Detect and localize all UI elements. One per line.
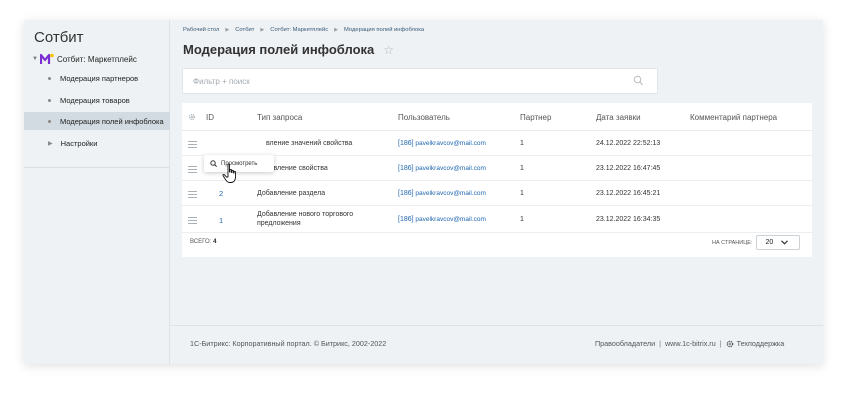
footer-copyright: 1С-Битрикс: Корпоративный портал. © Битр… <box>190 339 387 348</box>
expand-arrow-icon[interactable]: ▶ <box>48 140 53 147</box>
row-user-link[interactable]: [186] pavelkravcov@mail.com <box>398 216 486 223</box>
moderation-table: ID Тип запроса Пользователь Партнер Дата… <box>182 103 812 257</box>
total-count: ВСЕГО: 4 <box>190 239 216 245</box>
row-id[interactable]: 1 <box>219 216 223 225</box>
sidebar-module-sotbit-marketplace[interactable]: ▼ Сотбит: Маркетплейс <box>32 51 137 67</box>
column-header-date[interactable]: Дата заявки <box>596 113 641 122</box>
table-row[interactable]: вление значений свойства [186] pavelkrav… <box>182 131 812 156</box>
chevron-right-icon: ▶ <box>225 27 230 33</box>
app-window: Сотбит ▼ Сотбит: Маркетплейс Модерация п… <box>24 20 823 364</box>
sidebar-item-iblock-field-moderation[interactable]: Модерация полей инфоблока <box>24 112 170 130</box>
footer-separator: | <box>719 339 722 348</box>
row-menu-icon[interactable] <box>188 191 197 198</box>
sidebar: Сотбит ▼ Сотбит: Маркетплейс Модерация п… <box>24 20 170 364</box>
sidebar-item-settings[interactable]: ▶ Настройки <box>24 134 170 152</box>
row-type: Добавление нового торгового предложения <box>257 210 353 228</box>
column-header-type[interactable]: Тип запроса <box>257 113 302 122</box>
bullet-icon <box>48 76 51 80</box>
gear-icon[interactable] <box>188 113 196 121</box>
sidebar-item-label: Настройки <box>60 138 98 148</box>
per-page-control: НА СТРАНИЦЕ: 20 <box>712 235 801 250</box>
bullet-icon <box>48 98 51 102</box>
chevron-right-icon: ▶ <box>260 27 265 33</box>
column-header-partner[interactable]: Партнер <box>520 113 551 122</box>
row-user-num: [186] <box>398 190 414 197</box>
row-partner: 1 <box>520 190 524 197</box>
row-user-link[interactable]: [186] pavelkravcov@mail.com <box>398 190 486 197</box>
table-row[interactable]: 2 Добавление раздела [186] pavelkravcov@… <box>182 181 812 206</box>
breadcrumb: Рабочий стол ▶ Сотбит ▶ Сотбит: Маркетпл… <box>183 27 424 33</box>
sidebar-item-label: Модерация полей инфоблока <box>60 116 164 126</box>
chevron-right-icon: ▶ <box>334 27 339 33</box>
row-menu-icon[interactable] <box>188 141 197 148</box>
sidebar-item-label: Модерация товаров <box>60 95 130 105</box>
row-user-link[interactable]: [186] pavelkravcov@mail.com <box>398 140 486 147</box>
row-user-link[interactable]: [186] pavelkravcov@mail.com <box>398 165 486 172</box>
sidebar-item-partner-moderation[interactable]: Модерация партнеров <box>24 69 170 87</box>
breadcrumb-item-desktop[interactable]: Рабочий стол <box>183 27 219 33</box>
per-page-label: НА СТРАНИЦЕ: <box>712 239 753 246</box>
magnifier-icon <box>210 160 217 167</box>
row-user-num: [186] <box>398 216 414 223</box>
breadcrumb-item-sotbit[interactable]: Сотбит <box>235 27 254 33</box>
row-user-email: pavelkravcov@mail.com <box>415 165 486 172</box>
table-row[interactable]: 1 Добавление нового торгового предложения… <box>182 206 812 233</box>
row-date: 23.12.2022 16:34:35 <box>596 216 661 223</box>
sidebar-module-label: Сотбит: Маркетплейс <box>56 54 137 64</box>
row-menu-icon[interactable] <box>188 217 197 224</box>
row-user-num: [186] <box>398 140 414 147</box>
row-date: 23.12.2022 16:45:21 <box>596 190 661 197</box>
expand-triangle-icon[interactable]: ▼ <box>32 56 38 62</box>
support-gear-icon <box>726 340 733 347</box>
row-type: Добавление раздела <box>257 190 326 197</box>
row-user-email: pavelkravcov@mail.com <box>415 190 486 197</box>
sidebar-item-product-moderation[interactable]: Модерация товаров <box>24 91 170 109</box>
footer-links: Правообладатели | www.1c-bitrix.ru | Тех… <box>595 339 784 348</box>
page-title-text: Модерация полей инфоблока <box>183 42 375 57</box>
footer-separator: | <box>659 339 661 348</box>
row-id[interactable]: 2 <box>219 189 223 198</box>
row-user-email: pavelkravcov@mail.com <box>415 216 486 223</box>
star-icon[interactable]: ☆ <box>383 43 394 57</box>
row-user-num: [186] <box>398 165 414 172</box>
sidebar-item-label: Модерация партнеров <box>60 73 139 83</box>
footer-rights-link[interactable]: Правообладатели <box>595 339 655 348</box>
column-header-user[interactable]: Пользователь <box>398 113 450 122</box>
table-header: ID Тип запроса Пользователь Партнер Дата… <box>182 103 812 131</box>
row-date: 24.12.2022 22:52:13 <box>596 140 661 147</box>
footer-support-link[interactable]: Техподдержка <box>737 339 785 348</box>
footer-site-link[interactable]: www.1c-bitrix.ru <box>665 339 716 348</box>
search-icon[interactable] <box>633 75 643 87</box>
hand-cursor-icon <box>222 163 236 183</box>
table-row[interactable]: 3 Добавление свойства [186] pavelkravcov… <box>182 156 812 181</box>
row-partner: 1 <box>520 140 524 147</box>
breadcrumb-item-current[interactable]: Модерация полей инфоблока <box>344 27 424 33</box>
row-type-line: предложения <box>257 220 301 227</box>
filter-search-input[interactable]: Фильтр + поиск <box>182 68 658 94</box>
breadcrumb-item-marketplace[interactable]: Сотбит: Маркетплейс <box>270 27 328 33</box>
total-value: 4 <box>213 239 217 245</box>
row-menu-icon[interactable] <box>188 166 197 173</box>
per-page-select[interactable]: 20 <box>756 235 801 250</box>
row-user-email: pavelkravcov@mail.com <box>415 140 486 147</box>
per-page-value: 20 <box>765 239 774 246</box>
footer-divider <box>170 325 823 326</box>
sidebar-title: Сотбит <box>34 29 84 46</box>
chevron-down-icon <box>781 240 789 245</box>
bullet-icon <box>48 119 51 123</box>
row-type-line: Добавление нового торгового <box>257 211 354 218</box>
column-header-id[interactable]: ID <box>206 113 214 122</box>
filter-placeholder: Фильтр + поиск <box>193 77 250 86</box>
marketplace-logo-icon <box>39 53 54 64</box>
row-partner: 1 <box>520 165 524 172</box>
page-title: Модерация полей инфоблока ☆ <box>183 42 394 57</box>
total-label: ВСЕГО: <box>190 239 212 245</box>
row-type: вление значений свойства <box>266 140 353 147</box>
column-header-comment[interactable]: Комментарий партнера <box>690 113 777 122</box>
row-partner: 1 <box>520 216 524 223</box>
row-date: 23.12.2022 16:47:45 <box>596 165 661 172</box>
